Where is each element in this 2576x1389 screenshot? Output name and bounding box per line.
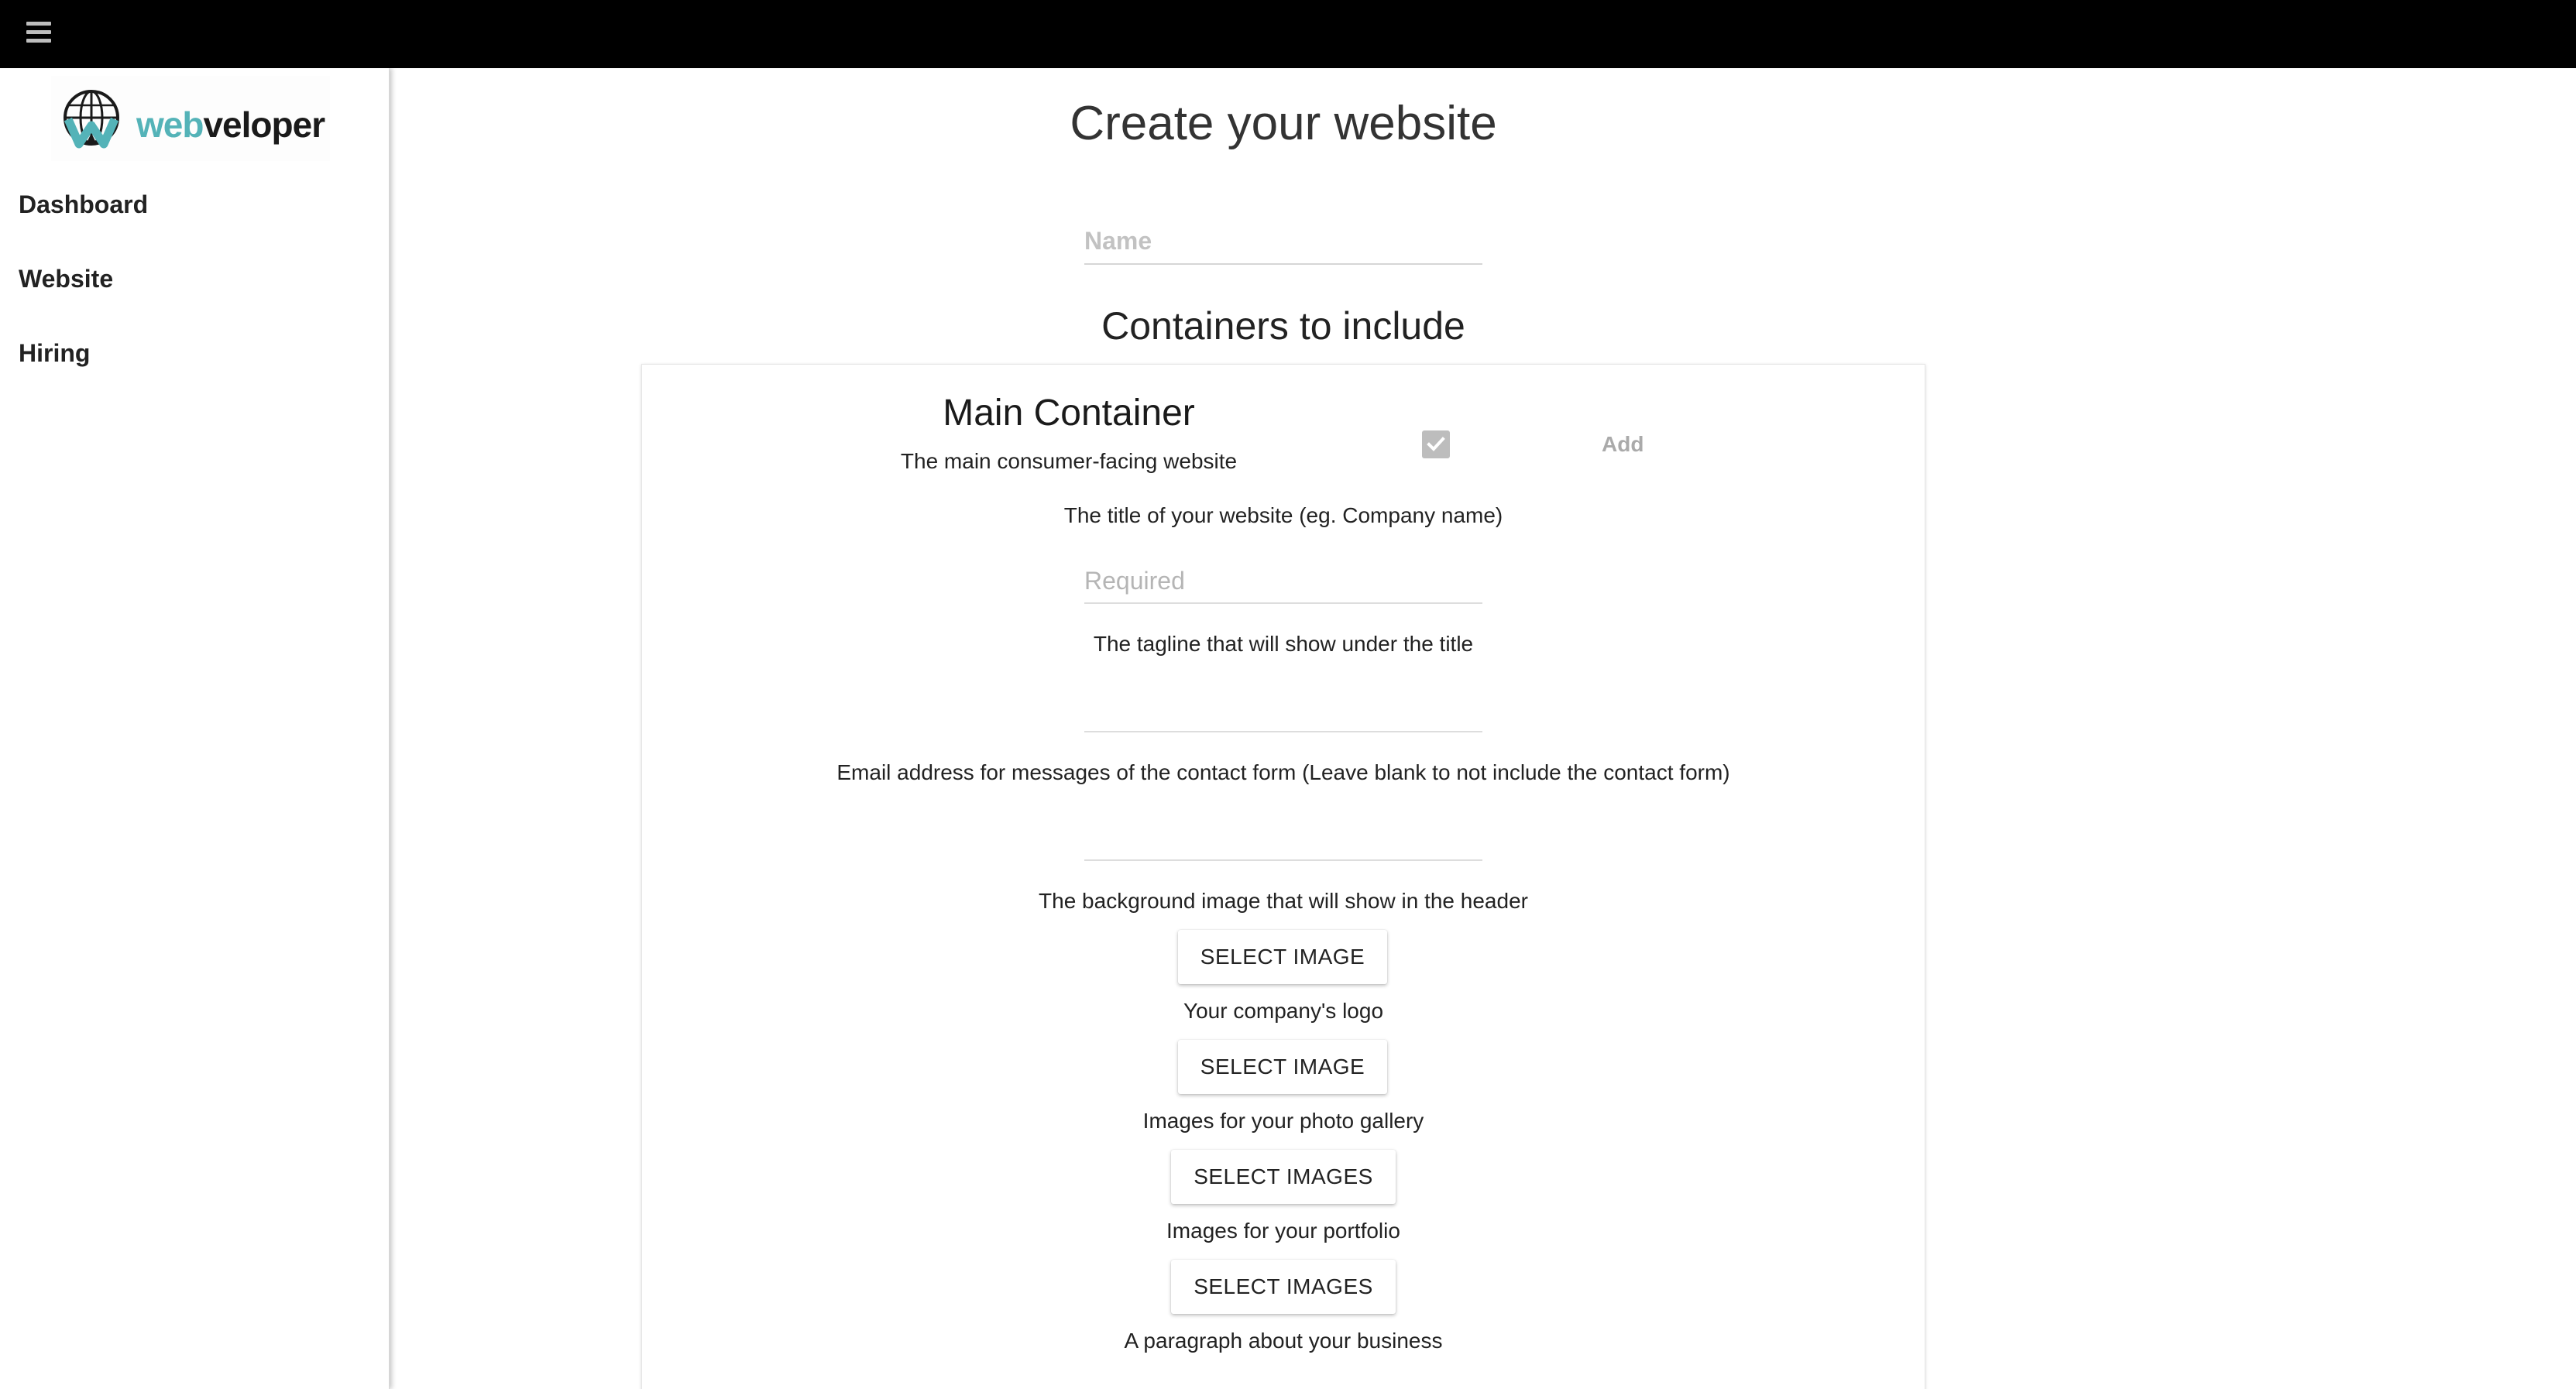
portfolio-images-label: Images for your portfolio — [1166, 1219, 1400, 1243]
hamburger-menu-icon[interactable] — [26, 19, 51, 46]
email-field-label: Email address for messages of the contac… — [836, 760, 1730, 784]
tagline-input[interactable] — [1084, 688, 1482, 732]
website-name-input[interactable] — [1084, 218, 1482, 265]
page-title: Create your website — [1070, 97, 1497, 150]
select-logo-image-button[interactable]: SELECT IMAGE — [1178, 1040, 1387, 1094]
globe-w-logo-icon — [64, 90, 119, 149]
containers-section-title: Containers to include — [1101, 304, 1465, 348]
logo-text-rest: veloper — [203, 105, 325, 145]
logo-text-accent: web — [136, 105, 204, 145]
container-description: The main consumer-facing website — [900, 449, 1238, 473]
sidebar-item-hiring[interactable]: Hiring — [19, 339, 90, 368]
background-image-label: The background image that will show in t… — [1039, 889, 1528, 913]
about-paragraph-label: A paragraph about your business — [1124, 1329, 1443, 1353]
select-background-image-button[interactable]: SELECT IMAGE — [1178, 930, 1387, 984]
checkmark-icon — [1427, 437, 1445, 451]
sidebar: webveloper Dashboard Website Hiring — [0, 68, 390, 1389]
webveloper-logo[interactable]: webveloper — [51, 76, 330, 161]
app-page: webveloper Dashboard Website Hiring Crea… — [0, 0, 2576, 1389]
title-field-label: The title of your website (eg. Company n… — [1063, 503, 1503, 527]
gallery-images-label: Images for your photo gallery — [1142, 1109, 1424, 1133]
logo-image-label: Your company's logo — [1183, 999, 1384, 1023]
sidebar-item-dashboard[interactable]: Dashboard — [19, 190, 148, 219]
container-title: Main Container — [943, 393, 1195, 434]
include-container-checkbox[interactable] — [1422, 430, 1450, 458]
select-gallery-images-button[interactable]: SELECT IMAGES — [1171, 1150, 1396, 1204]
top-app-bar — [0, 0, 2576, 68]
website-title-input[interactable] — [1084, 559, 1482, 604]
sidebar-item-website[interactable]: Website — [19, 265, 113, 293]
logo-wordmark: webveloper — [136, 104, 325, 146]
tagline-field-label: The tagline that will show under the tit… — [1093, 632, 1474, 656]
contact-email-input[interactable] — [1084, 816, 1482, 861]
select-portfolio-images-button[interactable]: SELECT IMAGES — [1171, 1260, 1396, 1314]
add-container-button[interactable]: Add — [1602, 432, 1643, 457]
